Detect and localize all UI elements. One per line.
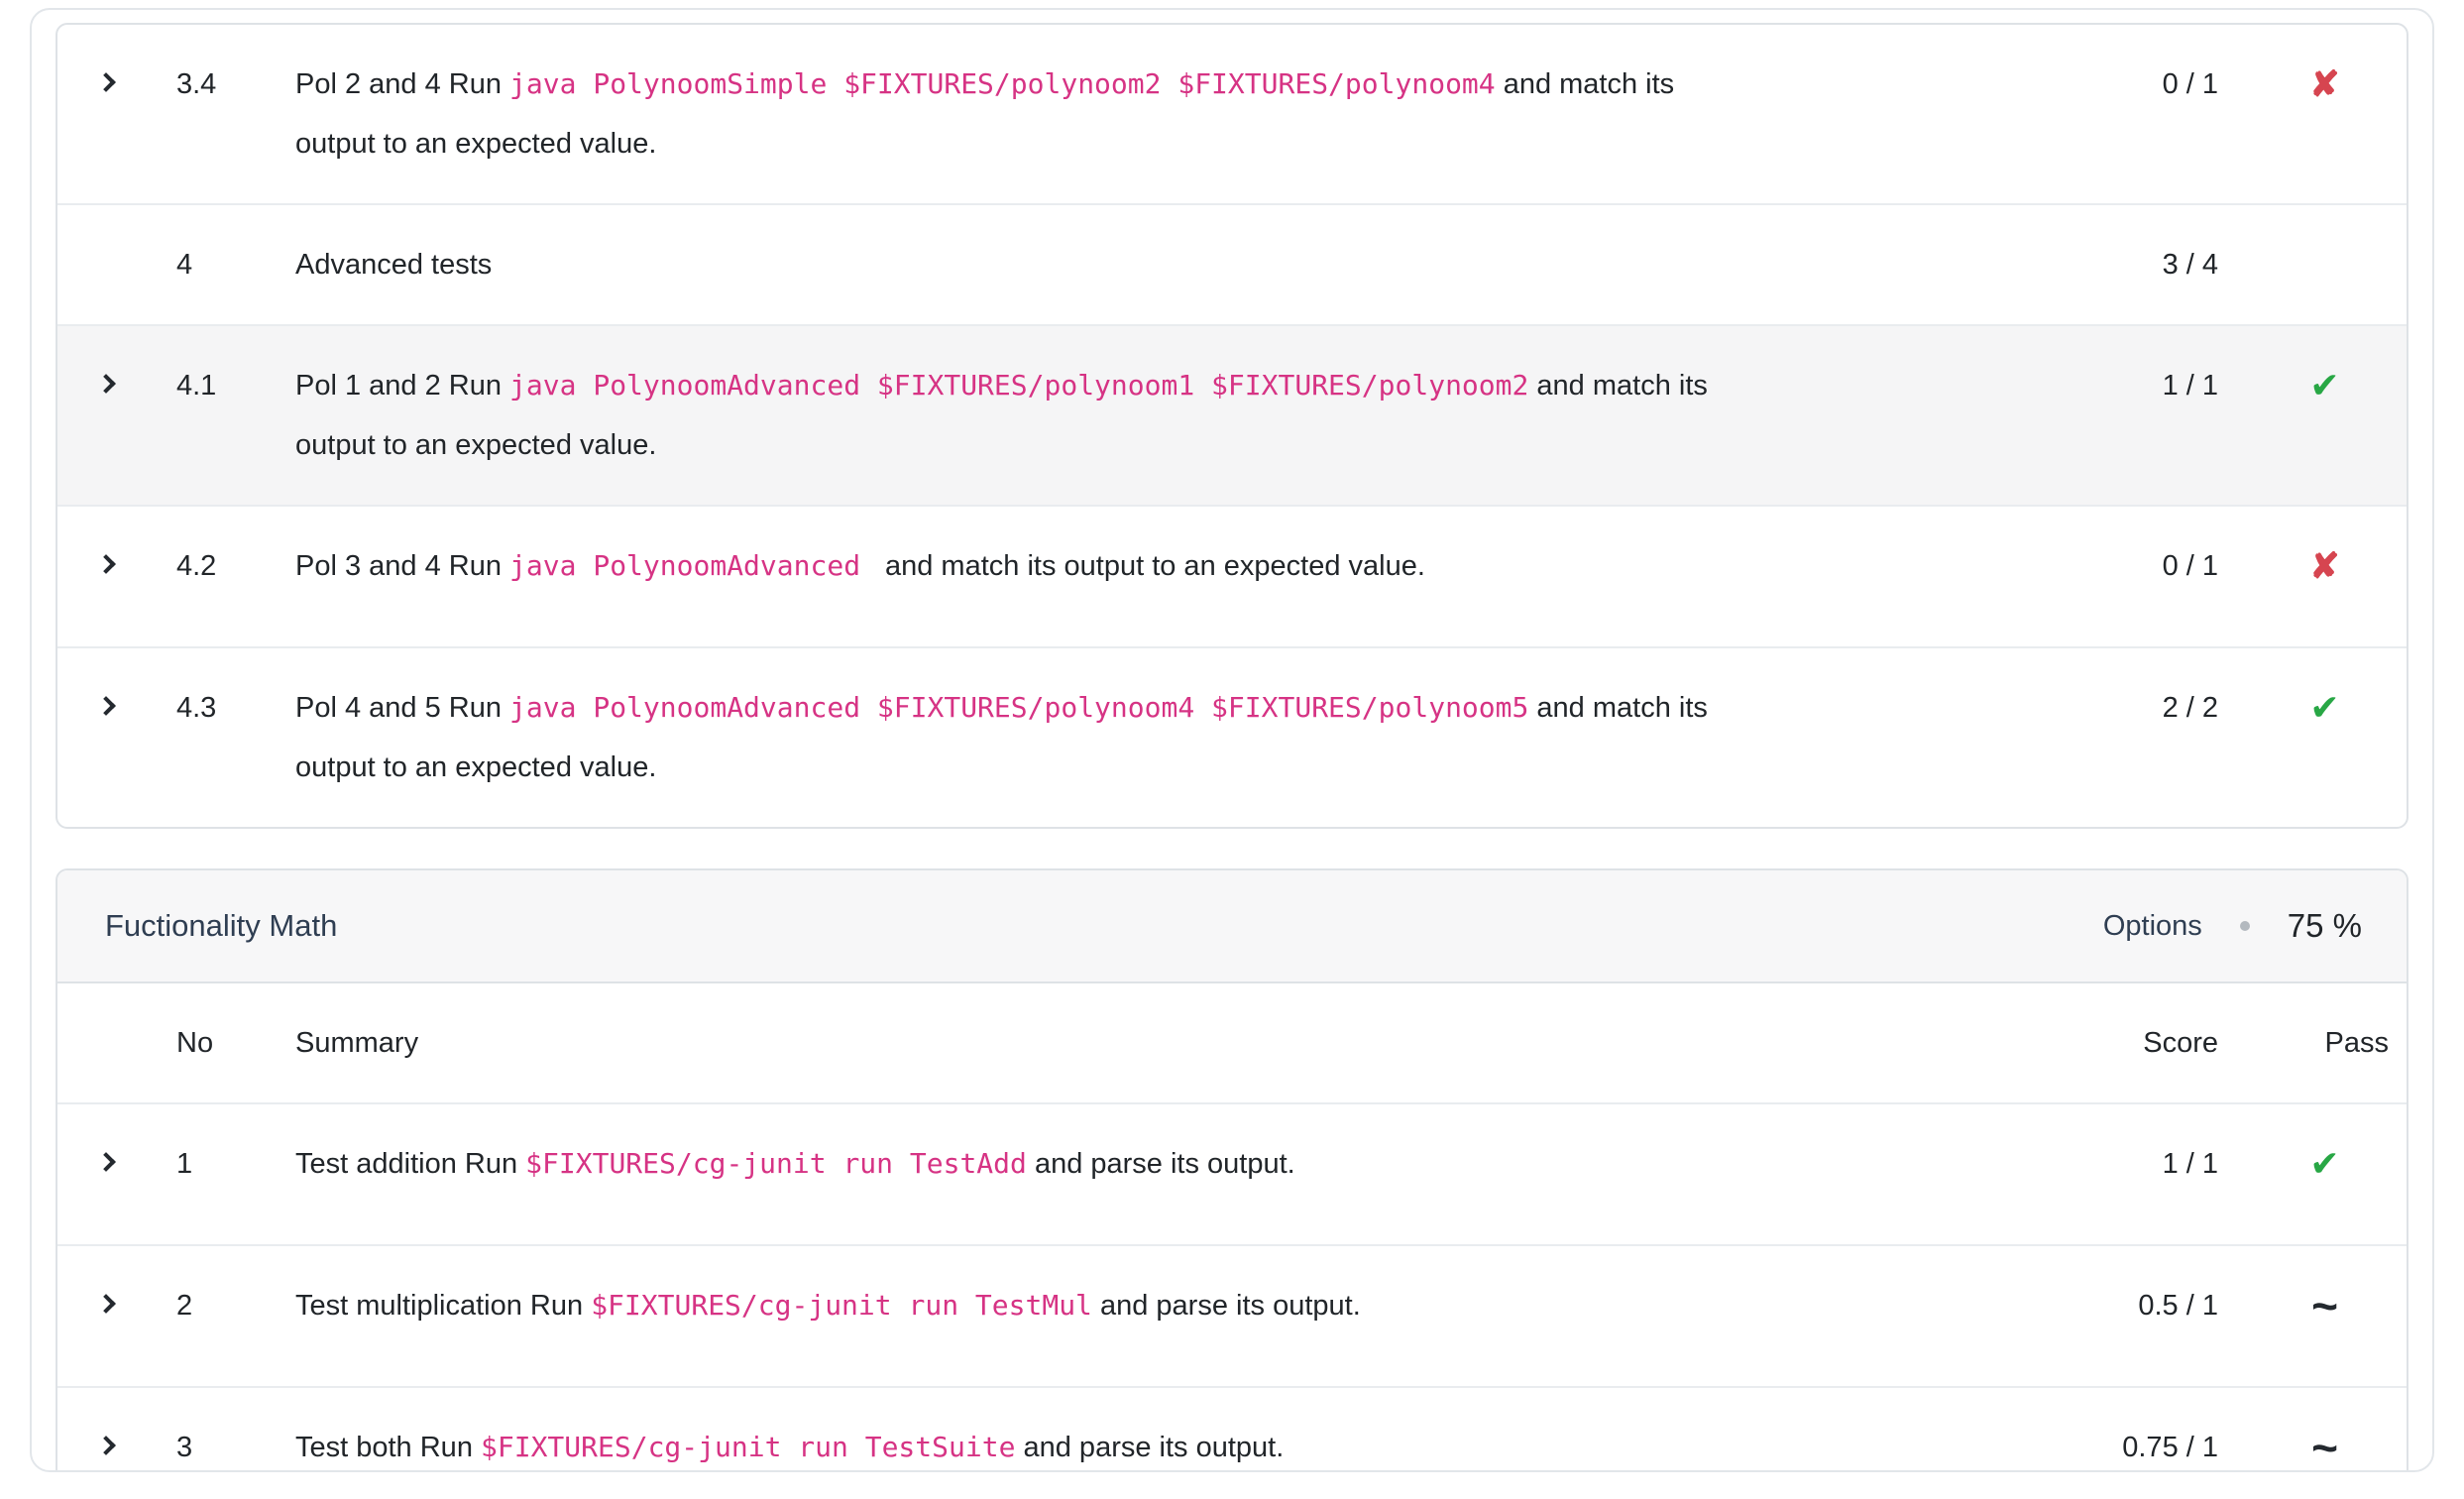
score-column-header: Score: [2035, 983, 2243, 1103]
row-number: 4.1: [137, 325, 251, 506]
pass-status-icon: ✔: [2309, 678, 2339, 738]
row-number: 3: [137, 1387, 251, 1472]
row-summary: Advanced tests: [251, 204, 1752, 325]
test-row[interactable]: 3 Test both Run $FIXTURES/cg-junit run T…: [57, 1387, 2407, 1472]
row-summary: Test addition Run $FIXTURES/cg-junit run…: [251, 1103, 1752, 1245]
summary-column-header: Summary: [251, 983, 1752, 1103]
score-value: 1 / 1: [2035, 325, 2243, 506]
pass-status-icon: ✔: [2309, 1134, 2339, 1194]
chevron-right-icon[interactable]: [99, 678, 123, 738]
score-value: 0.75 / 1: [2035, 1387, 2243, 1472]
functionality-math-card: Fuctionality Math Options 75 % No Summar…: [56, 868, 2408, 1472]
command-code: java PolynoomAdvanced $FIXTURES/polynoom…: [509, 691, 1528, 724]
row-summary: Pol 4 and 5 Run java PolynoomAdvanced $F…: [251, 647, 1752, 827]
test-row[interactable]: 2 Test multiplication Run $FIXTURES/cg-j…: [57, 1245, 2407, 1387]
command-code: $FIXTURES/cg-junit run TestAdd: [525, 1147, 1027, 1180]
table-header-row: No Summary Score Pass: [57, 983, 2407, 1103]
row-summary: Pol 2 and 4 Run java PolynoomSimple $FIX…: [251, 25, 1752, 204]
chevron-right-icon[interactable]: [99, 1134, 123, 1194]
command-code: java PolynoomAdvanced $FIXTURES/polynoom…: [509, 369, 1528, 402]
dot-separator-icon: [2240, 921, 2250, 931]
chevron-right-icon[interactable]: [99, 536, 123, 596]
fail-status-icon: ✘: [2309, 55, 2339, 114]
row-number: 4.3: [137, 647, 251, 827]
partial-status-icon: ~: [2311, 1276, 2338, 1335]
test-results-table: 3.4 Pol 2 and 4 Run java PolynoomSimple …: [57, 25, 2407, 827]
command-code: java PolynoomSimple $FIXTURES/polynoom2 …: [509, 67, 1496, 100]
row-summary: Test multiplication Run $FIXTURES/cg-jun…: [251, 1245, 1752, 1387]
test-results-card: 3.4 Pol 2 and 4 Run java PolynoomSimple …: [56, 23, 2408, 829]
chevron-right-icon[interactable]: [99, 1418, 123, 1472]
score-value: 0.5 / 1: [2035, 1245, 2243, 1387]
card-title: Fuctionality Math: [105, 896, 337, 956]
pass-column-header: Pass: [2243, 983, 2407, 1103]
fail-status-icon: ✘: [2309, 536, 2339, 596]
partial-status-icon: ~: [2311, 1418, 2338, 1472]
row-number: 4: [137, 204, 251, 325]
card-header: Fuctionality Math Options 75 %: [57, 870, 2407, 983]
no-column-header: No: [137, 983, 251, 1103]
score-value: 0 / 1: [2035, 25, 2243, 204]
chevron-right-icon[interactable]: [99, 55, 123, 114]
command-code: $FIXTURES/cg-junit run TestMul: [591, 1289, 1092, 1322]
row-number: 2: [137, 1245, 251, 1387]
test-row[interactable]: 4.3 Pol 4 and 5 Run java PolynoomAdvance…: [57, 647, 2407, 827]
row-summary: Pol 1 and 2 Run java PolynoomAdvanced $F…: [251, 325, 1752, 506]
chevron-right-icon[interactable]: [99, 1276, 123, 1335]
row-number: 4.2: [137, 506, 251, 647]
test-row[interactable]: 4.1 Pol 1 and 2 Run java PolynoomAdvance…: [57, 325, 2407, 506]
chevron-right-icon[interactable]: [99, 356, 123, 415]
row-number: 3.4: [137, 25, 251, 204]
command-code: $FIXTURES/cg-junit run TestSuite: [481, 1431, 1015, 1463]
functionality-math-table: No Summary Score Pass 1 Test addition Ru…: [57, 983, 2407, 1472]
test-row[interactable]: 4.2 Pol 3 and 4 Run java PolynoomAdvance…: [57, 506, 2407, 647]
command-code: java PolynoomAdvanced: [509, 549, 877, 582]
pass-status-icon: ✔: [2309, 356, 2339, 415]
score-value: 1 / 1: [2035, 1103, 2243, 1245]
score-value: 3 / 4: [2035, 204, 2243, 325]
options-button[interactable]: Options: [2103, 896, 2202, 956]
category-row: 4 Advanced tests 3 / 4: [57, 204, 2407, 325]
test-row[interactable]: 1 Test addition Run $FIXTURES/cg-junit r…: [57, 1103, 2407, 1245]
score-value: 0 / 1: [2035, 506, 2243, 647]
percentage-value: 75 %: [2288, 896, 2362, 956]
row-summary: Test both Run $FIXTURES/cg-junit run Tes…: [251, 1387, 1752, 1472]
row-summary: Pol 3 and 4 Run java PolynoomAdvanced an…: [251, 506, 1752, 647]
score-value: 2 / 2: [2035, 647, 2243, 827]
results-panel: 3.4 Pol 2 and 4 Run java PolynoomSimple …: [30, 8, 2434, 1472]
test-row[interactable]: 3.4 Pol 2 and 4 Run java PolynoomSimple …: [57, 25, 2407, 204]
row-number: 1: [137, 1103, 251, 1245]
